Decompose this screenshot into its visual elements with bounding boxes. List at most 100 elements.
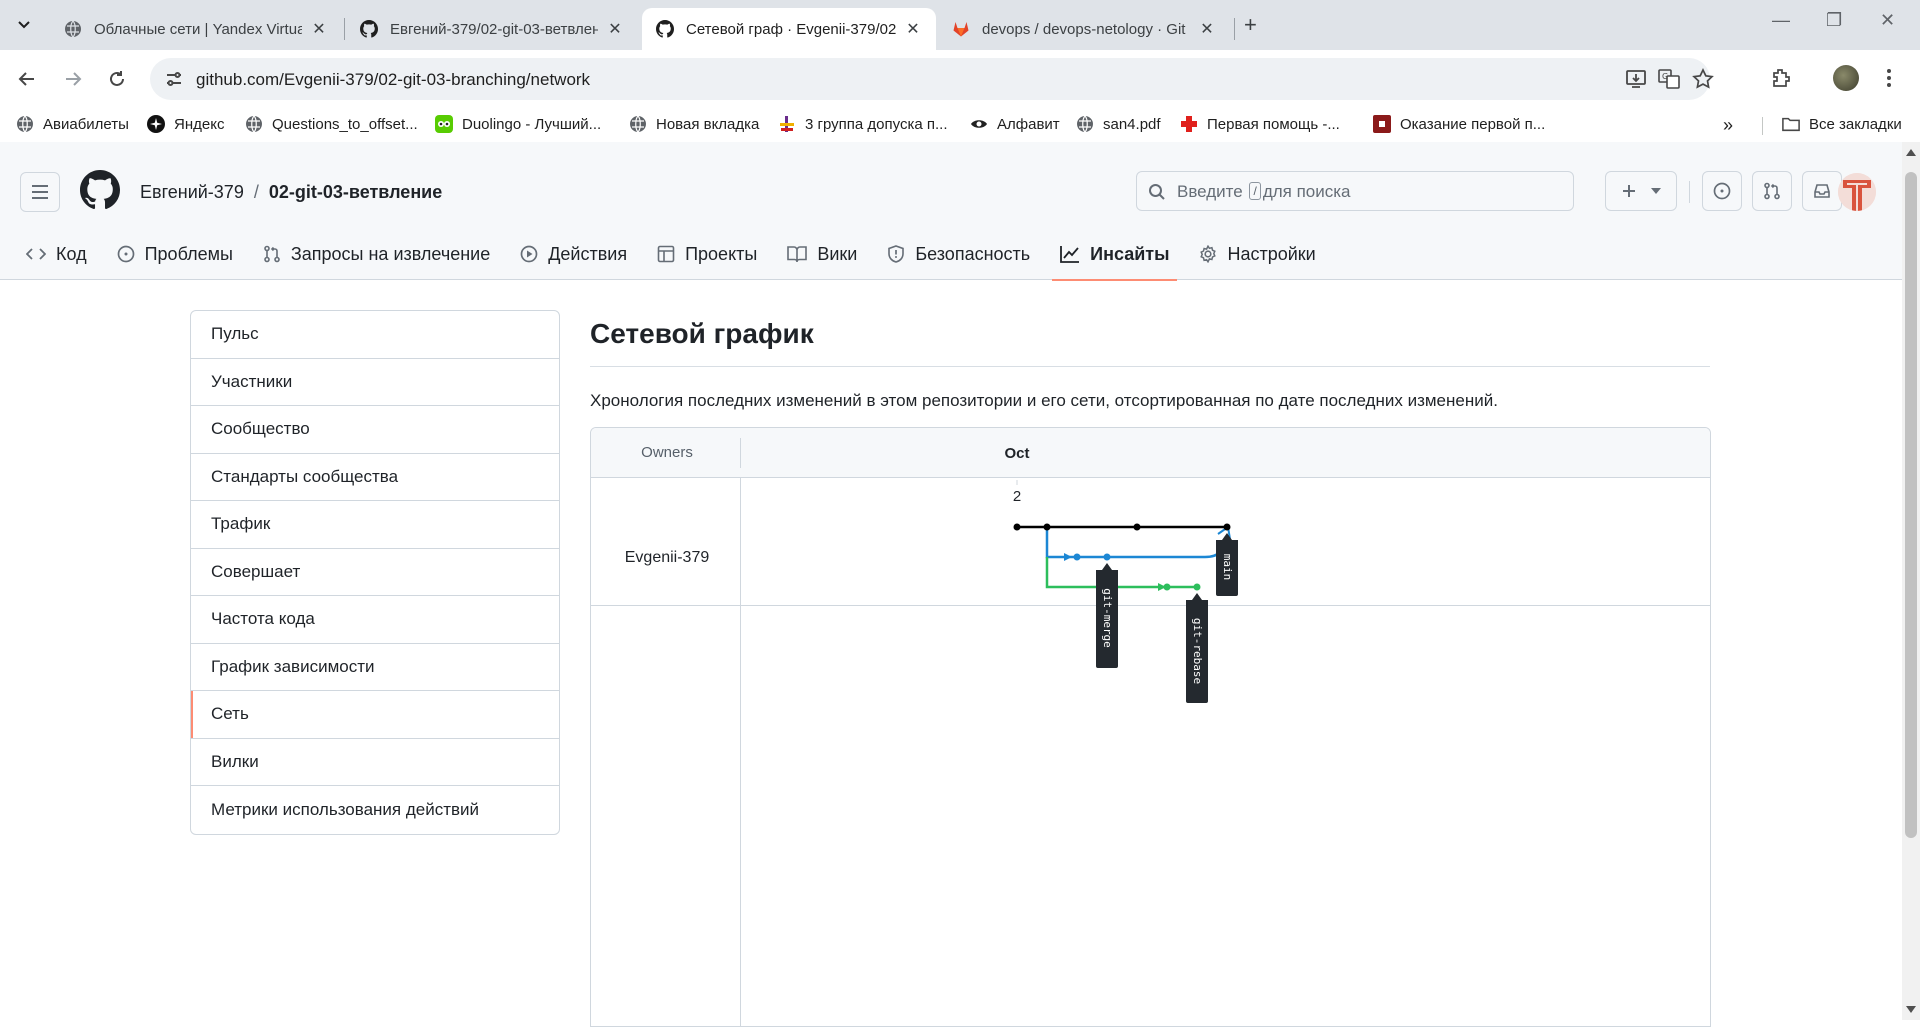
bookmark-item[interactable]: Оказание первой п... <box>1373 115 1545 133</box>
network-graph[interactable]: Owners Oct 2 Evgenii-379 main git-merge <box>590 427 1711 1027</box>
sidebar-item-dependency-graph[interactable]: График зависимости <box>191 644 559 691</box>
close-tab-icon[interactable]: ✕ <box>606 19 624 39</box>
profile-avatar[interactable] <box>1833 65 1859 91</box>
sidebar-item-actions-usage-metrics[interactable]: Метрики использования действий <box>191 786 559 834</box>
reload-button[interactable] <box>100 62 134 96</box>
repo-link[interactable]: 02-git-03-ветвление <box>269 182 442 202</box>
address-bar[interactable]: github.com/Evgenii-379/02-git-03-branchi… <box>150 58 1714 100</box>
bookmark-item[interactable]: Алфавит <box>970 115 1060 133</box>
url-text: github.com/Evgenii-379/02-git-03-branchi… <box>196 70 591 89</box>
search-input[interactable]: Введите / для поиска <box>1136 171 1574 211</box>
back-button[interactable] <box>10 62 44 96</box>
inbox-button[interactable] <box>1802 171 1842 211</box>
browser-tab-2[interactable]: Евгений-379/02-git-03-ветвлен ✕ <box>346 8 638 50</box>
tab-code[interactable]: Код <box>26 228 87 280</box>
issue-icon <box>117 245 134 263</box>
minimize-window-icon[interactable]: — <box>1772 10 1790 31</box>
bookmark-label: 3 группа допуска п... <box>805 115 948 133</box>
issues-button[interactable] <box>1702 171 1742 211</box>
tab-projects[interactable]: Проекты <box>657 228 757 280</box>
scroll-down-arrow-icon[interactable] <box>1906 1006 1916 1014</box>
close-tab-icon[interactable]: ✕ <box>1198 19 1216 39</box>
tab-label: Действия <box>548 243 628 264</box>
sidebar-item-contributors[interactable]: Участники <box>191 359 559 406</box>
install-app-icon[interactable] <box>1625 68 1647 90</box>
tab-search-button[interactable] <box>8 9 40 41</box>
commit-dot[interactable] <box>1133 523 1141 531</box>
sidebar-item-forks[interactable]: Вилки <box>191 739 559 786</box>
forward-button[interactable] <box>56 62 90 96</box>
pull-requests-button[interactable] <box>1752 171 1792 211</box>
sidebar-item-pulse[interactable]: Пульс <box>191 311 559 359</box>
commit-dot[interactable] <box>1193 583 1201 591</box>
owner-name[interactable]: Evgenii-379 <box>625 549 710 566</box>
commit-dot[interactable] <box>1103 553 1111 561</box>
more-menu-icon[interactable] <box>1886 67 1892 89</box>
bookmark-item[interactable]: Duolingo - Лучший... <box>435 115 601 133</box>
tab-pull-requests[interactable]: Запросы на извлечение <box>263 228 490 280</box>
bookmark-item[interactable]: Questions_to_offset... <box>245 115 418 133</box>
tab-settings[interactable]: Настройки <box>1199 228 1316 280</box>
colored-bars-icon <box>778 115 796 133</box>
sidebar-item-commits[interactable]: Совершает <box>191 549 559 596</box>
page-scrollbar-thumb[interactable] <box>1905 172 1917 838</box>
close-window-icon[interactable]: ✕ <box>1880 10 1895 31</box>
commit-dot[interactable] <box>1073 553 1081 561</box>
tab-actions[interactable]: Действия <box>520 228 627 280</box>
new-tab-button[interactable]: + <box>1244 12 1257 38</box>
tab-insights[interactable]: Инсайты <box>1052 228 1178 281</box>
bookmark-item[interactable]: Новая вкладка <box>629 115 759 133</box>
sidebar-item-community[interactable]: Сообщество <box>191 406 559 454</box>
extensions-icon[interactable] <box>1770 67 1792 89</box>
arrow-right-icon <box>66 72 82 86</box>
bookmark-label: Алфавит <box>997 115 1060 133</box>
close-tab-icon[interactable]: ✕ <box>904 19 922 39</box>
tab-wiki[interactable]: Вики <box>787 228 857 280</box>
eye-icon <box>970 115 988 133</box>
title-divider <box>590 366 1710 367</box>
github-header: Евгений-379 / 02-git-03-ветвление Введите … <box>0 142 1902 281</box>
bookmark-item[interactable]: 3 группа допуска п... <box>778 115 948 133</box>
breadcrumb: Евгений-379 / 02-git-03-ветвление <box>140 182 442 203</box>
commit-dot[interactable] <box>1013 523 1021 531</box>
gear-icon <box>1200 245 1217 263</box>
sidebar-item-network[interactable]: Сеть <box>191 691 559 739</box>
branch-label-main[interactable]: main <box>1216 533 1238 596</box>
bookmark-item[interactable]: san4.pdf <box>1076 115 1161 133</box>
bookmark-item[interactable]: Авиабилеты <box>16 115 129 133</box>
github-logo-icon[interactable] <box>80 170 120 210</box>
restore-window-icon[interactable]: ❐ <box>1826 10 1842 31</box>
tab-security[interactable]: Безопасность <box>887 228 1030 280</box>
commit-dot[interactable] <box>1043 523 1051 531</box>
browser-tab-3-active[interactable]: Сетевой граф · Evgenii-379/02- ✕ <box>642 8 936 50</box>
open-global-nav-button[interactable] <box>20 172 60 212</box>
owner-link[interactable]: Евгений-379 <box>140 182 244 202</box>
commit-dot[interactable] <box>1163 583 1171 591</box>
create-new-button[interactable] <box>1605 171 1677 211</box>
browser-tab-1[interactable]: Облачные сети | Yandex Virtua ✕ <box>50 8 342 50</box>
more-bookmarks-chevron-icon[interactable]: » <box>1723 115 1733 136</box>
sidebar-item-community-standards[interactable]: Стандарты сообщества <box>191 454 559 501</box>
commit-dot[interactable] <box>1223 523 1231 531</box>
network-graph-canvas: Owners Oct 2 Evgenii-379 main git-merge <box>591 428 1710 1026</box>
bookmark-star-icon[interactable] <box>1692 68 1714 90</box>
sidebar-item-code-frequency[interactable]: Частота кода <box>191 596 559 644</box>
site-info-icon[interactable] <box>164 69 184 89</box>
close-tab-icon[interactable]: ✕ <box>310 19 328 39</box>
branch-name: git-rebase <box>1191 618 1204 684</box>
all-bookmarks-button[interactable]: Все закладки <box>1782 115 1902 133</box>
pull-request-icon <box>1764 182 1780 200</box>
scroll-up-arrow-icon[interactable] <box>1906 148 1916 156</box>
browser-tab-4[interactable]: devops / devops-netology · Git ✕ <box>938 8 1230 50</box>
branch-label-git-rebase[interactable]: git-rebase <box>1186 593 1208 703</box>
shield-icon <box>888 245 905 263</box>
bookmark-item[interactable]: Первая помощь -... <box>1180 115 1340 133</box>
branch-label-git-merge[interactable]: git-merge <box>1096 563 1118 668</box>
search-shortcut-key: / <box>1249 182 1261 200</box>
tab-issues[interactable]: Проблемы <box>117 228 233 280</box>
sidebar-item-traffic[interactable]: Трафик <box>191 501 559 549</box>
bookmark-item[interactable]: Яндекс <box>147 115 224 133</box>
graph-header-band <box>591 428 1710 477</box>
user-avatar[interactable] <box>1838 173 1876 211</box>
translate-icon[interactable]: G <box>1658 68 1680 90</box>
